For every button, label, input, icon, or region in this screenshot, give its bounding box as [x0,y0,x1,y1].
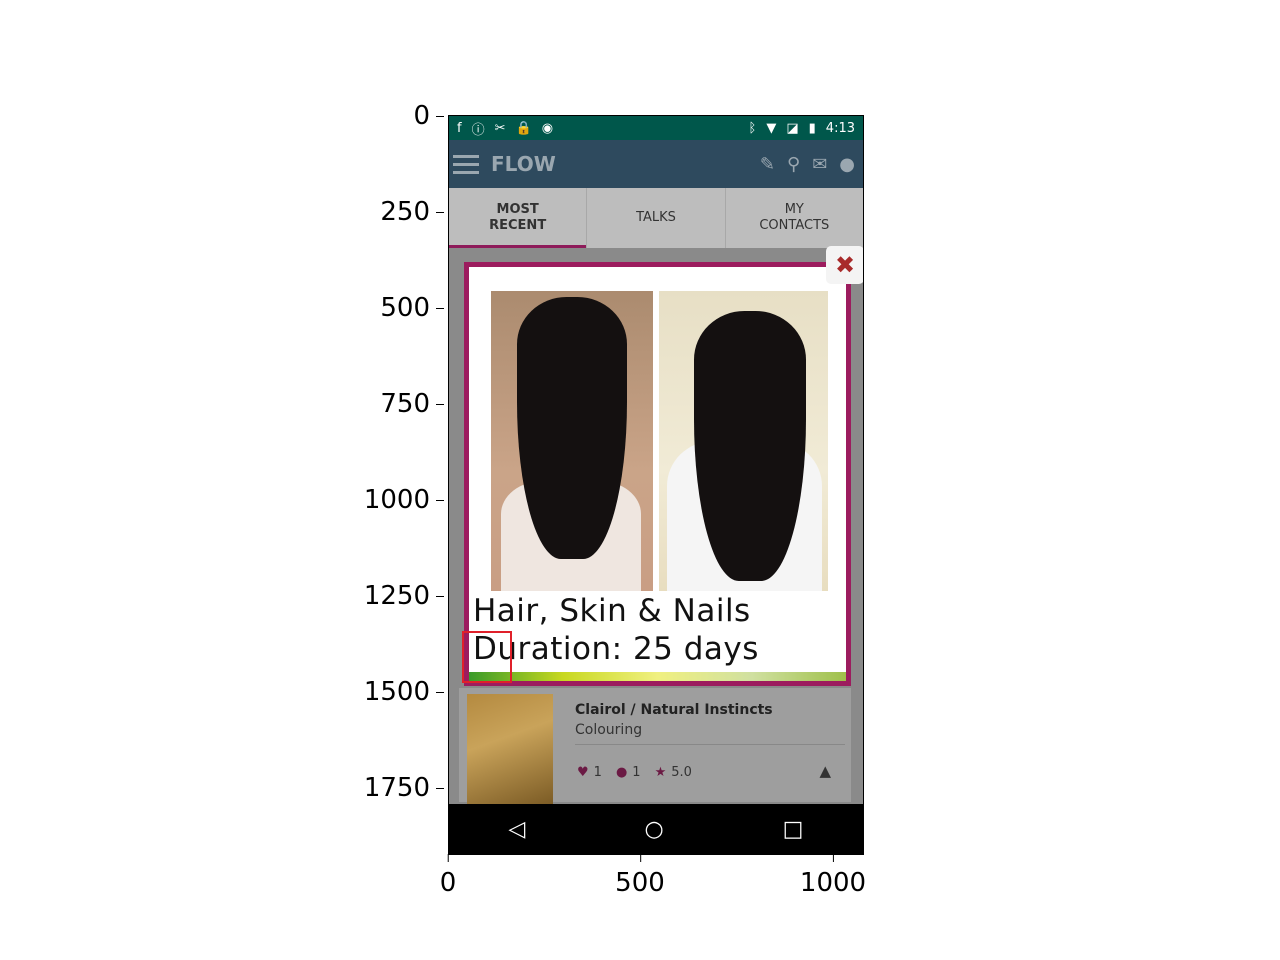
app-bar: FLOW ✎ ⚲ ✉ ● [449,140,863,188]
hair-shape [694,311,806,581]
close-icon: ✖ [834,251,856,279]
caption-line-1: Hair, Skin & Nails [473,593,751,629]
android-icon: ◉ [541,120,554,136]
lock-icon: 🔒 [515,120,532,136]
edit-icon[interactable]: ✎ [760,154,775,175]
wifi-icon: ▼ [766,120,777,136]
y-tick: 250 [380,197,444,227]
rating-value: 5.0 [671,765,692,780]
comments-count: 1 [632,765,641,780]
hair-shape [517,297,627,559]
comment-icon: ● [615,765,628,780]
bluetooth-icon: ᛒ [748,120,757,136]
y-tick: 1250 [363,581,445,611]
list-item[interactable]: Clairol / Natural Instincts Colouring ♥ … [459,688,851,806]
likes-count: 1 [593,765,602,780]
star-icon: ★ [654,765,667,780]
recents-button[interactable]: □ [783,817,804,842]
divider [575,744,845,745]
menu-icon[interactable] [453,150,479,179]
x-tick: 500 [615,854,665,898]
chat-icon[interactable]: ● [839,154,855,175]
after-photo [659,291,828,591]
y-tick: 1000 [363,485,445,515]
product-category: Colouring [575,722,643,738]
footer-stripe [469,672,846,681]
alert-icon: ⓘ [471,122,485,138]
before-photo [491,291,653,591]
product-name: Clairol / Natural Instincts [575,702,773,718]
highlight-box [462,631,512,683]
status-time: 4:13 [825,120,855,136]
tab-most-recent[interactable]: MOST RECENT [449,188,588,248]
x-tick: 0 [439,854,457,898]
tab-bar: MOST RECENT TALKS MY CONTACTS [449,188,863,248]
report-icon[interactable]: ▲ [819,762,831,780]
back-button[interactable]: ◁ [509,817,526,842]
caption-line-2: Duration: 25 days [473,631,759,667]
tab-my-contacts[interactable]: MY CONTACTS [726,188,863,248]
nav-bar: ◁ ○ □ [449,804,863,854]
tab-label: MY CONTACTS [759,202,830,233]
y-tick: 1750 [363,773,445,803]
no-sim-icon: ◪ [786,120,799,136]
tab-label: TALKS [636,210,676,225]
comments-button[interactable]: ● 1 [616,765,641,780]
home-button[interactable]: ○ [644,817,663,842]
heart-icon: ♥ [577,765,589,780]
y-tick: 500 [380,293,444,323]
tab-talks[interactable]: TALKS [587,188,726,248]
product-thumbnail [467,694,553,806]
close-button[interactable]: ✖ [826,246,863,284]
status-bar: f ⓘ ✂ 🔒 ◉ ᛒ ▼ ◪ ▮ 4:13 [449,116,863,140]
y-tick: 1500 [363,677,445,707]
rating: ★ 5.0 [655,765,692,780]
likes-button[interactable]: ♥ 1 [577,765,602,780]
image-modal: Hair, Skin & Nails Duration: 25 days [464,262,851,686]
y-tick: 750 [380,389,444,419]
phone-screen: f ⓘ ✂ 🔒 ◉ ᛒ ▼ ◪ ▮ 4:13 FLOW ✎ ⚲ ✉ ● MOST… [448,115,864,855]
mail-icon[interactable]: ✉ [812,154,827,175]
tools-icon: ✂ [494,120,506,136]
y-tick: 0 [413,101,444,131]
tab-label: MOST RECENT [489,202,547,233]
facebook-icon: f [457,120,462,136]
search-icon[interactable]: ⚲ [787,154,800,175]
x-tick: 1000 [799,854,867,898]
battery-icon: ▮ [808,120,816,136]
app-title: FLOW [491,152,556,176]
